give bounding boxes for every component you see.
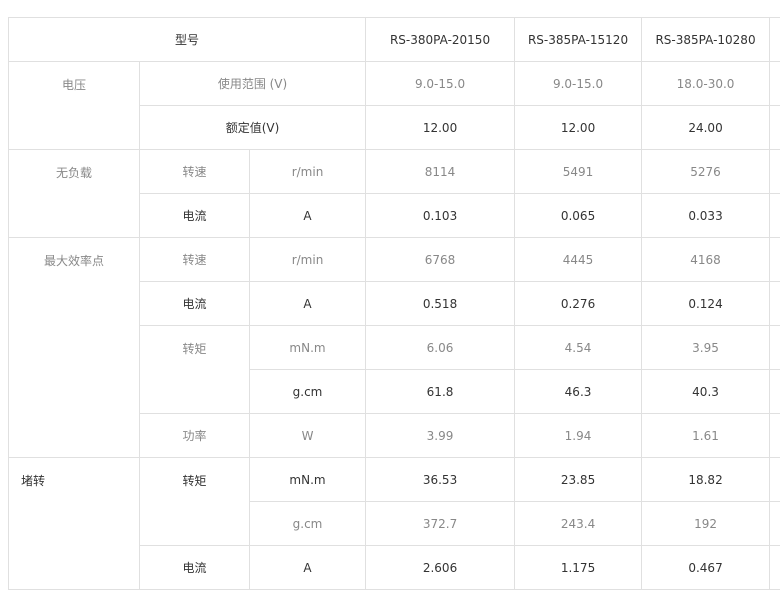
max-eff-speed-label: 转速 bbox=[139, 237, 250, 282]
no-load-current-value-1: 0.103 bbox=[365, 193, 516, 238]
stall-current-unit: A bbox=[248, 545, 367, 590]
max-eff-current-label: 电流 bbox=[139, 281, 250, 326]
no-load-speed-value-2: 5491 bbox=[514, 149, 643, 194]
no-load-speed-unit: r/min bbox=[248, 149, 367, 194]
max-eff-torque-gcm-value-2: 46.3 bbox=[514, 369, 643, 414]
no-load-speed-row: 无负载 转速 r/min 8114 5491 5276 bbox=[8, 149, 780, 238]
max-eff-power-value-1: 3.99 bbox=[365, 413, 516, 458]
no-load-current-value-3: 0.033 bbox=[641, 193, 771, 238]
no-load-speed-value-3: 5276 bbox=[641, 149, 771, 194]
header-row: 型号 RS-380PA-20150 RS-385PA-15120 RS-385P… bbox=[7, 17, 780, 62]
max-eff-power-unit: W bbox=[248, 413, 367, 458]
stall-torque-label: 转矩 bbox=[139, 457, 250, 546]
stall-torque-mnm-unit: mN.m bbox=[248, 457, 367, 502]
voltage-range-value-3: 18.0-30.0 bbox=[641, 61, 771, 106]
max-eff-speed-unit: r/min bbox=[248, 237, 367, 282]
max-eff-torque-mnm-unit: mN.m bbox=[248, 325, 367, 370]
voltage-rated-value-1: 12.00 bbox=[365, 105, 516, 150]
overflow-cell bbox=[769, 413, 780, 458]
voltage-rated-value-3: 24.00 bbox=[641, 105, 771, 150]
stall-torque-gcm-value-3: 192 bbox=[641, 501, 771, 546]
stall-torque-mnm-value-2: 23.85 bbox=[514, 457, 643, 502]
no-load-speed-label: 转速 bbox=[139, 149, 250, 194]
model-name-2: RS-385PA-15120 bbox=[514, 17, 643, 62]
overflow-cell bbox=[769, 149, 780, 194]
stall-torque-gcm-unit: g.cm bbox=[248, 501, 367, 546]
stall-torque-gcm-value-2: 243.4 bbox=[514, 501, 643, 546]
motor-spec-table: 型号 RS-380PA-20150 RS-385PA-15120 RS-385P… bbox=[7, 17, 780, 590]
model-name-1: RS-380PA-20150 bbox=[365, 17, 516, 62]
max-eff-speed-row: 最大效率点 转速 r/min 6768 4445 4168 bbox=[8, 237, 780, 458]
max-eff-speed-value-2: 4445 bbox=[514, 237, 643, 282]
max-eff-current-value-1: 0.518 bbox=[365, 281, 516, 326]
overflow-cell bbox=[769, 17, 780, 62]
overflow-cell bbox=[769, 193, 780, 238]
overflow-cell bbox=[769, 237, 780, 282]
max-eff-torque-mnm-value-1: 6.06 bbox=[365, 325, 516, 370]
max-eff-torque-mnm-value-2: 4.54 bbox=[514, 325, 643, 370]
model-label-cell: 型号 bbox=[7, 17, 367, 62]
overflow-cell bbox=[769, 61, 780, 106]
max-eff-speed-value-3: 4168 bbox=[641, 237, 771, 282]
max-eff-torque-mnm-value-3: 3.95 bbox=[641, 325, 771, 370]
stall-torque-mnm-row: 堵转 转矩 mN.m 36.53 23.85 18.82 bbox=[8, 457, 780, 590]
voltage-range-value-2: 9.0-15.0 bbox=[514, 61, 643, 106]
overflow-cell bbox=[769, 105, 780, 150]
voltage-range-value-1: 9.0-15.0 bbox=[365, 61, 516, 106]
stall-current-value-3: 0.467 bbox=[641, 545, 771, 590]
no-load-speed-value-1: 8114 bbox=[365, 149, 516, 194]
max-eff-speed-value-1: 6768 bbox=[365, 237, 516, 282]
stall-current-value-2: 1.175 bbox=[514, 545, 643, 590]
stall-torque-mnm-value-1: 36.53 bbox=[365, 457, 516, 502]
max-eff-power-value-3: 1.61 bbox=[641, 413, 771, 458]
max-eff-power-label: 功率 bbox=[139, 413, 250, 458]
stall-torque-gcm-value-1: 372.7 bbox=[365, 501, 516, 546]
stall-current-value-1: 2.606 bbox=[365, 545, 516, 590]
overflow-cell bbox=[769, 457, 780, 502]
max-eff-torque-gcm-value-3: 40.3 bbox=[641, 369, 771, 414]
overflow-cell bbox=[769, 325, 780, 370]
max-eff-current-value-2: 0.276 bbox=[514, 281, 643, 326]
voltage-range-label: 使用范围 (V) bbox=[138, 61, 367, 106]
stall-current-label: 电流 bbox=[139, 545, 250, 590]
voltage-group-label: 电压 bbox=[8, 61, 140, 150]
no-load-current-label: 电流 bbox=[139, 193, 250, 238]
max-eff-current-value-3: 0.124 bbox=[641, 281, 771, 326]
overflow-cell bbox=[769, 369, 780, 414]
no-load-group-label: 无负载 bbox=[8, 149, 140, 238]
voltage-rated-value-2: 12.00 bbox=[514, 105, 643, 150]
model-name-3: RS-385PA-10280 bbox=[641, 17, 771, 62]
stall-torque-mnm-value-3: 18.82 bbox=[641, 457, 771, 502]
max-eff-torque-gcm-unit: g.cm bbox=[248, 369, 367, 414]
max-eff-current-unit: A bbox=[248, 281, 367, 326]
no-load-current-unit: A bbox=[248, 193, 367, 238]
overflow-cell bbox=[769, 545, 780, 590]
stall-group-label: 堵转 bbox=[8, 457, 140, 590]
max-eff-group-label: 最大效率点 bbox=[8, 237, 140, 458]
overflow-cell bbox=[769, 501, 780, 546]
voltage-rated-label: 额定值(V) bbox=[138, 105, 367, 150]
max-eff-torque-label: 转矩 bbox=[139, 325, 250, 414]
no-load-current-value-2: 0.065 bbox=[514, 193, 643, 238]
overflow-cell bbox=[769, 281, 780, 326]
max-eff-power-value-2: 1.94 bbox=[514, 413, 643, 458]
max-eff-torque-gcm-value-1: 61.8 bbox=[365, 369, 516, 414]
voltage-range-row: 电压 使用范围 (V) 9.0-15.0 9.0-15.0 18.0-30.0 bbox=[8, 61, 780, 150]
